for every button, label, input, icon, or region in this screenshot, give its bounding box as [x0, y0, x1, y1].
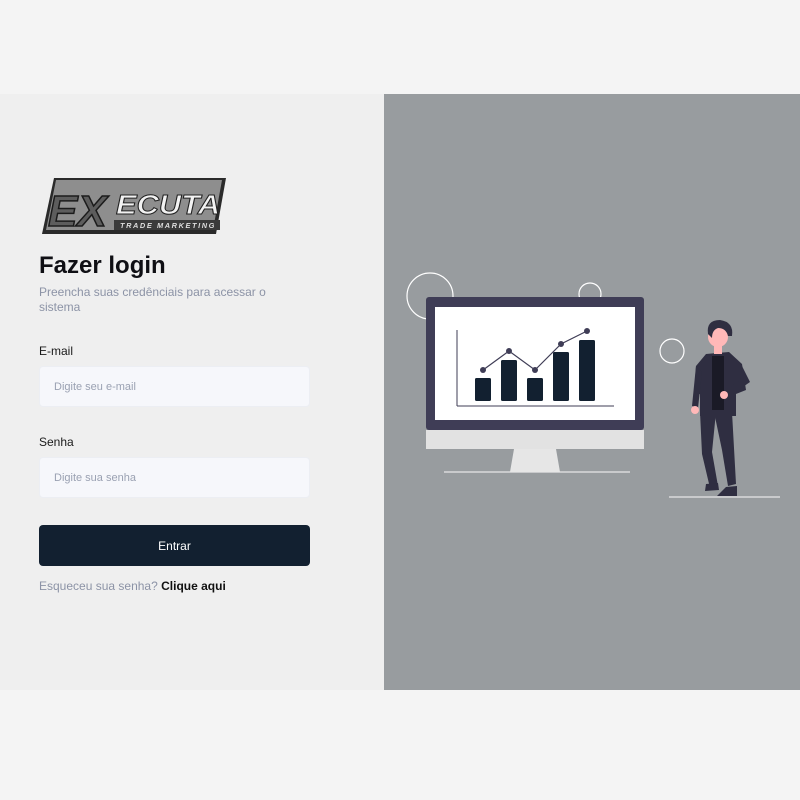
executa-logo: EX ECUTA TRADE MARKETING [42, 178, 226, 237]
login-panel: EX ECUTA TRADE MARKETING Fazer login Pre… [0, 94, 384, 690]
password-label: Senha [39, 435, 74, 449]
svg-text:TRADE MARKETING: TRADE MARKETING [120, 223, 216, 230]
submit-button[interactable]: Entrar [39, 525, 310, 566]
page-title: Fazer login [39, 252, 166, 279]
email-label: E-mail [39, 344, 74, 358]
svg-text:EX: EX [48, 187, 109, 236]
forgot-password: Esqueceu sua senha? Clique aqui [39, 579, 226, 593]
password-input[interactable] [39, 457, 310, 498]
login-card: EX ECUTA TRADE MARKETING Fazer login Pre… [0, 94, 800, 690]
svg-text:ECUTA: ECUTA [116, 189, 220, 220]
page-subtitle: Preencha suas credênciais para acessar o… [39, 285, 266, 314]
illustration-panel [384, 94, 800, 690]
forgot-password-link[interactable]: Clique aqui [161, 579, 226, 593]
forgot-text: Esqueceu sua senha? [39, 579, 158, 593]
analytics-illustration [406, 272, 780, 498]
person-icon [669, 320, 780, 498]
circle-decoration [659, 338, 685, 364]
email-input[interactable] [39, 366, 310, 407]
